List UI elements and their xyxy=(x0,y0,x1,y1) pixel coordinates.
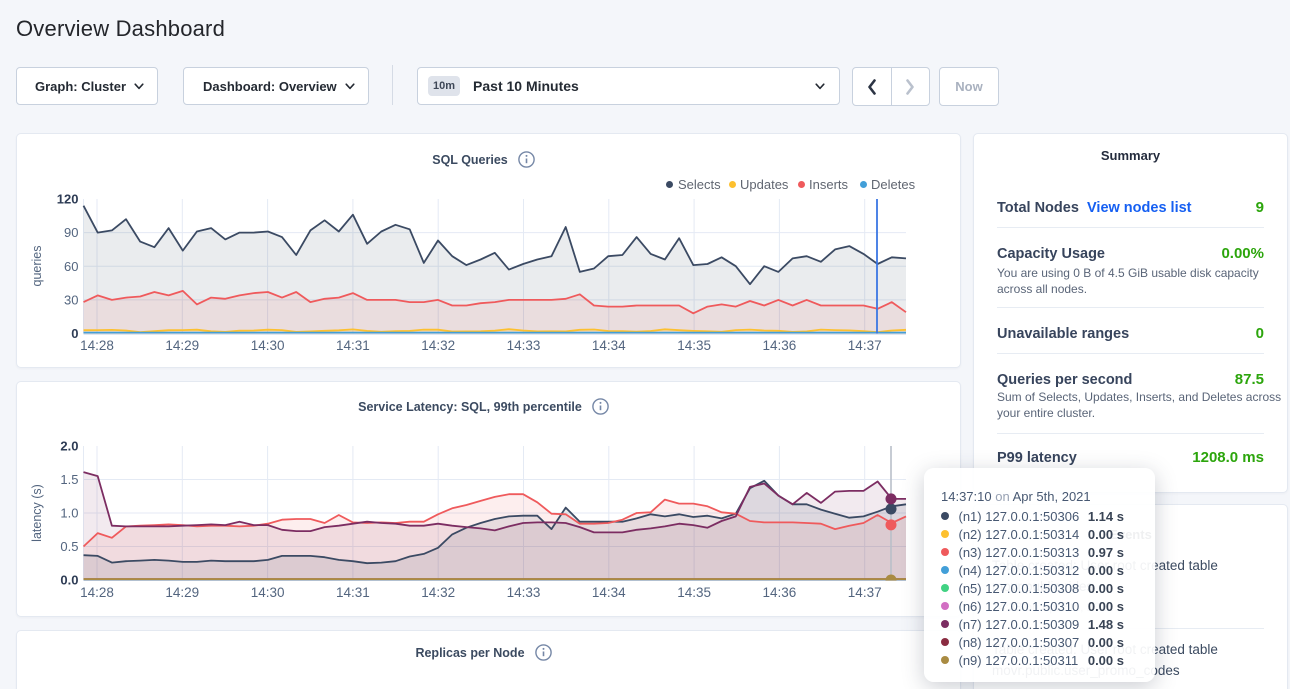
svg-text:14:36: 14:36 xyxy=(763,338,797,353)
svg-text:14:32: 14:32 xyxy=(421,338,455,353)
svg-text:90: 90 xyxy=(64,225,78,240)
svg-text:30: 30 xyxy=(64,292,78,307)
svg-text:14:37: 14:37 xyxy=(848,338,882,353)
svg-text:0: 0 xyxy=(71,326,78,341)
svg-text:14:34: 14:34 xyxy=(592,585,626,600)
svg-text:60: 60 xyxy=(64,259,78,274)
svg-text:0.5: 0.5 xyxy=(60,539,78,554)
svg-text:14:33: 14:33 xyxy=(507,585,541,600)
svg-text:14:28: 14:28 xyxy=(80,338,114,353)
svg-text:14:31: 14:31 xyxy=(336,338,370,353)
svg-text:14:29: 14:29 xyxy=(165,585,199,600)
svg-text:14:28: 14:28 xyxy=(80,585,114,600)
svg-text:latency (s): latency (s) xyxy=(30,484,44,542)
svg-text:14:30: 14:30 xyxy=(251,338,285,353)
svg-text:queries: queries xyxy=(30,246,44,287)
svg-text:1.5: 1.5 xyxy=(60,472,78,487)
svg-text:14:29: 14:29 xyxy=(165,338,199,353)
svg-text:14:37: 14:37 xyxy=(848,585,882,600)
svg-text:1.0: 1.0 xyxy=(60,506,78,521)
svg-text:14:32: 14:32 xyxy=(421,585,455,600)
svg-text:0.0: 0.0 xyxy=(60,573,78,588)
svg-text:120: 120 xyxy=(57,192,79,207)
svg-text:14:36: 14:36 xyxy=(763,585,797,600)
svg-text:14:34: 14:34 xyxy=(592,338,626,353)
svg-text:2.0: 2.0 xyxy=(60,439,78,454)
svg-text:14:35: 14:35 xyxy=(677,585,711,600)
svg-text:14:31: 14:31 xyxy=(336,585,370,600)
svg-text:14:33: 14:33 xyxy=(507,338,541,353)
svg-text:14:35: 14:35 xyxy=(677,338,711,353)
svg-text:14:30: 14:30 xyxy=(251,585,285,600)
